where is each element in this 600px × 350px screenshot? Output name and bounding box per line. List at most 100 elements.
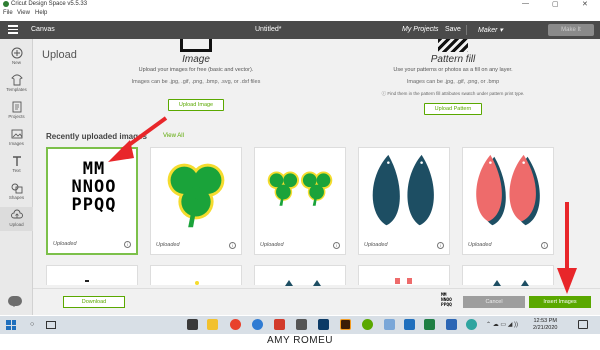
app-icon[interactable] <box>187 319 198 330</box>
app-icon[interactable] <box>296 319 307 330</box>
menu-help[interactable]: Help <box>35 10 47 16</box>
upload-image-button[interactable]: Upload Image <box>167 99 225 111</box>
app-logo-icon <box>3 1 9 7</box>
window-title: Cricut Design Space v5.5.33 <box>11 1 88 7</box>
card-thumbnail <box>395 278 412 284</box>
sidebar-item-upload[interactable]: Upload <box>0 207 33 231</box>
sidebar-item-text[interactable]: Text <box>0 153 33 177</box>
excel-icon[interactable] <box>424 319 435 330</box>
upload-card-blue-teardrops[interactable]: Uploaded i <box>358 147 450 255</box>
sidebar-item-images[interactable]: Images <box>0 126 33 150</box>
card-thumbnail <box>85 280 89 282</box>
card-thumbnail <box>285 280 321 286</box>
bottom-action-bar: Download MM NNOO PPQQ Cancel Insert Images <box>33 288 600 315</box>
sidebar-item-shapes[interactable]: Shapes <box>0 180 33 204</box>
illustrator-icon[interactable] <box>340 319 351 330</box>
coral-teardrops-image <box>476 154 540 226</box>
upload-card-two-shamrocks[interactable]: Uploaded i <box>254 147 346 255</box>
pattern-icon <box>438 39 468 52</box>
card-thumbnail <box>493 280 529 286</box>
header-divider <box>466 25 467 35</box>
cricut-icon[interactable] <box>362 319 373 330</box>
cancel-button[interactable]: Cancel <box>463 296 525 308</box>
menu-file[interactable]: File <box>3 10 13 16</box>
maximize-button[interactable]: ▢ <box>552 0 559 8</box>
text-icon <box>12 156 21 166</box>
task-view-icon[interactable] <box>46 321 56 329</box>
chrome-icon[interactable] <box>230 319 241 330</box>
card-label: Uploaded <box>53 241 77 247</box>
photoshop-icon[interactable] <box>318 319 329 330</box>
plus-circle-icon <box>11 47 22 59</box>
download-button[interactable]: Download <box>63 296 125 308</box>
card-thumbnail <box>195 281 199 285</box>
sidebar-item-label: Templates <box>6 87 27 92</box>
sidebar-item-label: Images <box>9 141 24 146</box>
info-icon[interactable]: i <box>229 242 236 249</box>
my-projects-link[interactable]: My Projects <box>402 26 439 33</box>
minimize-button[interactable]: — <box>522 0 529 7</box>
machine-label: Maker <box>478 27 498 34</box>
chat-icon[interactable] <box>8 296 22 307</box>
image-icon <box>11 129 22 139</box>
image-section-subtitle: Upload your images for free (basic and v… <box>138 67 254 73</box>
pattern-upload-section: Pattern fill Use your patterns or photos… <box>353 39 553 115</box>
tray-icons[interactable]: ⌃ ☁ ▭ ◢ )) <box>486 321 518 328</box>
upload-card-row2[interactable] <box>150 265 242 285</box>
app-icon[interactable] <box>466 319 477 330</box>
clock-time: 12:53 PM <box>533 318 557 324</box>
blue-teardrops-image <box>372 154 434 226</box>
edge-icon[interactable] <box>252 319 263 330</box>
upload-pattern-button[interactable]: Upload Pattern <box>423 103 483 115</box>
word-icon[interactable] <box>446 319 457 330</box>
image-upload-section: Image Upload your images for free (basic… <box>96 39 296 111</box>
red-arrow-annotation <box>108 116 168 162</box>
card-label: Uploaded <box>260 242 284 248</box>
image-formats-text: Images can be .jpg, .gif, .png, .bmp, .s… <box>131 79 261 85</box>
upload-card-row2[interactable] <box>462 265 554 286</box>
shirt-icon <box>10 74 23 86</box>
notifications-icon[interactable] <box>578 320 588 329</box>
sidebar-item-label: Shapes <box>8 195 25 200</box>
app-icon[interactable] <box>384 319 395 330</box>
image-section-title: Image <box>182 54 210 65</box>
sidebar-item-label: Text <box>12 168 21 173</box>
sidebar-item-label: Upload <box>9 222 24 227</box>
insert-images-button[interactable]: Insert Images <box>529 296 591 308</box>
windows-taskbar: ○ ⌃ ☁ ▭ ◢ )) 12:53 PM 2/21/2020 <box>0 316 600 334</box>
hamburger-menu-icon[interactable] <box>8 25 18 34</box>
folder-icon[interactable] <box>207 319 218 330</box>
dropbox-icon[interactable] <box>404 319 415 330</box>
close-button[interactable]: ✕ <box>582 0 588 8</box>
info-icon[interactable]: i <box>437 242 444 249</box>
system-clock[interactable]: 12:53 PM 2/21/2020 <box>533 318 557 332</box>
sidebar-item-new[interactable]: New <box>0 45 33 69</box>
windows-start-icon[interactable] <box>6 320 16 330</box>
sidebar-item-label: Projects <box>8 114 25 119</box>
watermark-caption: AMY ROMEU <box>0 335 600 350</box>
pattern-section-title: Pattern fill <box>430 54 476 65</box>
menu-view[interactable]: View <box>17 10 30 16</box>
make-it-button[interactable]: Make It <box>548 24 594 36</box>
card-label: Uploaded <box>468 242 492 248</box>
info-icon[interactable]: i <box>541 242 548 249</box>
info-icon[interactable]: i <box>333 242 340 249</box>
sidebar-item-templates[interactable]: Templates <box>0 72 33 96</box>
document-title: Untitled* <box>255 26 282 33</box>
info-icon[interactable]: i <box>124 241 131 248</box>
machine-selector[interactable]: Maker ▾ <box>478 26 503 34</box>
canvas-label: Canvas <box>31 26 55 33</box>
upload-card-row2[interactable] <box>46 265 138 285</box>
left-sidebar: New Templates Projects Images Text Shape… <box>0 39 33 315</box>
projects-icon <box>12 101 21 113</box>
upload-card-coral-teardrops[interactable]: Uploaded i <box>462 147 554 255</box>
red-arrow-annotation <box>557 202 577 294</box>
app-icon[interactable] <box>274 319 285 330</box>
search-icon[interactable]: ○ <box>30 321 34 328</box>
save-link[interactable]: Save <box>445 26 461 33</box>
sidebar-item-projects[interactable]: Projects <box>0 99 33 123</box>
upload-card-row2[interactable] <box>254 265 346 286</box>
two-shamrocks-image <box>267 171 333 206</box>
upload-card-row2[interactable] <box>358 265 450 285</box>
shapes-icon <box>11 183 22 194</box>
